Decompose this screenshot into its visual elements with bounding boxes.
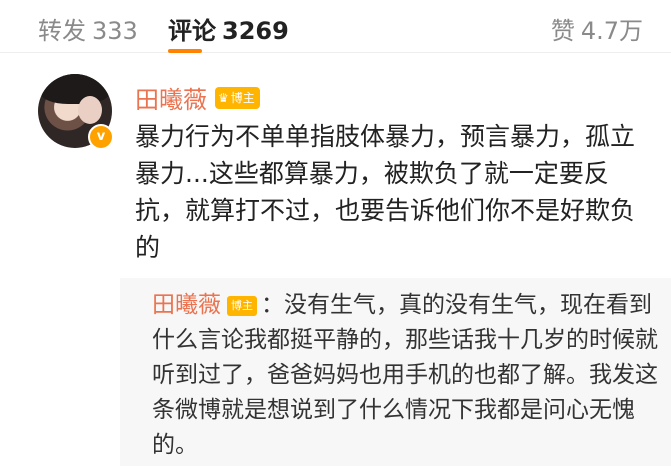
active-tab-indicator (168, 49, 202, 53)
tab-repost[interactable]: 转发 333 (38, 11, 138, 46)
comment-item: v 田曦薇 ♛ 博主 暴力行为不单单指肢体暴力，预言暴力，孤立暴力...这些都算暴… (0, 66, 671, 466)
tab-repost-label: 转发 (38, 17, 86, 45)
reply-box[interactable]: 田曦薇 博主 ：没有生气，真的没有生气，现在看到什么言论我都挺平静的，那些话我十几岁… (120, 278, 671, 466)
tab-like[interactable]: 赞 4.7万 (551, 11, 643, 46)
crown-icon: ♛ (218, 90, 229, 105)
comment-header: 田曦薇 ♛ 博主 (135, 80, 260, 115)
blogger-tag: ♛ 博主 (215, 86, 260, 109)
reply-username[interactable]: 田曦薇 (152, 292, 221, 318)
verified-badge-icon: v (88, 124, 114, 150)
reply-text: ：没有生气，真的没有生气，现在看到什么言论我都挺平静的，那些话我十几岁的时候就听… (152, 292, 658, 458)
tab-like-label: 赞 (550, 17, 575, 45)
tab-like-count: 4.7万 (580, 17, 643, 45)
tab-comment-count: 3269 (222, 17, 289, 45)
reply-content: 田曦薇 博主 ：没有生气，真的没有生气，现在看到什么言论我都挺平静的，那些话我十几岁… (152, 288, 662, 463)
comment-username[interactable]: 田曦薇 (135, 80, 207, 115)
reply-blogger-tag: 博主 (227, 296, 257, 316)
blogger-tag-label: 博主 (230, 90, 255, 105)
tab-repost-count: 333 (92, 17, 138, 45)
comment-tabs: 转发 333 评论 3269 赞 4.7万 (0, 0, 671, 53)
avatar[interactable]: v (38, 74, 114, 150)
tab-comment[interactable]: 评论 3269 (168, 11, 289, 46)
tab-comment-label: 评论 (168, 17, 216, 45)
comment-text: 暴力行为不单单指肢体暴力，预言暴力，孤立暴力...这些都算暴力，被欺负了就一定要… (135, 122, 636, 262)
